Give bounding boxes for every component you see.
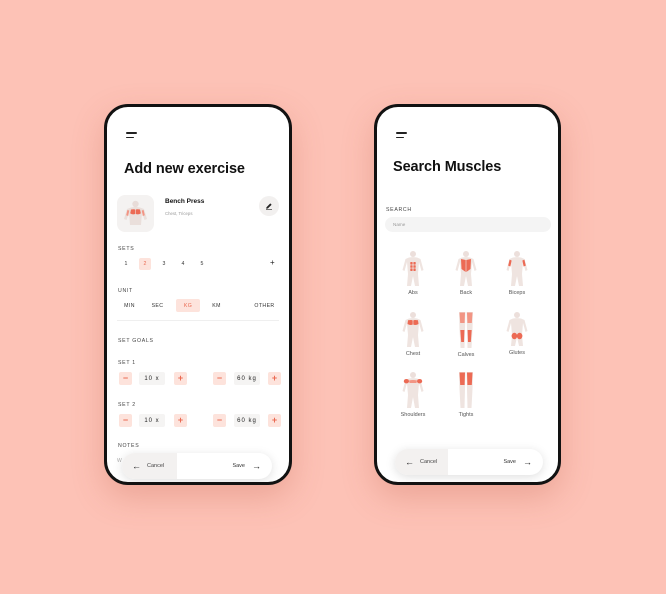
- unit-label: UNIT: [118, 288, 133, 294]
- set-1-weight-value[interactable]: 60 kg: [234, 372, 260, 385]
- unit-option-min[interactable]: MIN: [121, 299, 138, 312]
- save-label: Save: [232, 463, 245, 469]
- save-button[interactable]: Save →: [448, 449, 543, 475]
- unit-option-sec[interactable]: SEC: [149, 299, 166, 312]
- save-label: Save: [503, 459, 516, 465]
- set-2-weight-increment[interactable]: +: [268, 414, 281, 427]
- arrow-right-icon: →: [252, 460, 261, 471]
- search-label: SEARCH: [386, 207, 412, 213]
- cancel-button[interactable]: ← Cancel: [122, 453, 177, 479]
- muscle-tights[interactable]: Tights: [448, 371, 484, 418]
- set-option-5[interactable]: 5: [196, 258, 208, 270]
- muscle-label: Shoulders: [400, 412, 426, 418]
- cancel-label: Cancel: [420, 459, 438, 465]
- set-1-weight-increment[interactable]: +: [268, 372, 281, 385]
- shoulders-muscle-icon: [402, 372, 424, 408]
- set-2-reps-decrement[interactable]: −: [119, 414, 132, 427]
- muscle-biceps[interactable]: Biceps: [499, 250, 535, 296]
- muscle-glutes[interactable]: Glutes: [499, 311, 535, 356]
- glutes-muscle-icon: [506, 312, 528, 346]
- action-bar: ← Cancel Save →: [395, 449, 543, 475]
- exercise-name: Bench Press: [165, 198, 205, 205]
- biceps-muscle-icon: [506, 251, 528, 286]
- muscle-label: Biceps: [508, 290, 526, 296]
- muscle-label: Abs: [408, 290, 418, 296]
- set-2-weight-value[interactable]: 60 kg: [234, 414, 260, 427]
- set-2-reps-increment[interactable]: +: [174, 414, 187, 427]
- calves-muscle-icon: [459, 312, 473, 348]
- add-set-button[interactable]: +: [270, 258, 275, 267]
- set-option-3[interactable]: 3: [158, 258, 170, 270]
- add-exercise-screen: Add new exercise Bench Press Chest, Tric…: [104, 104, 292, 485]
- muscle-shoulders[interactable]: Shoulders: [395, 371, 431, 418]
- set-option-4[interactable]: 4: [177, 258, 189, 270]
- muscle-label: Calves: [457, 352, 475, 358]
- muscle-label: Tights: [458, 412, 474, 418]
- unit-option-other[interactable]: OTHER: [252, 299, 277, 312]
- cancel-label: Cancel: [147, 463, 165, 469]
- set-2-weight-decrement[interactable]: −: [213, 414, 226, 427]
- set-1-reps-increment[interactable]: +: [174, 372, 187, 385]
- muscle-abs[interactable]: Abs: [395, 250, 431, 296]
- muscle-label: Back: [459, 290, 473, 296]
- set-1-reps-decrement[interactable]: −: [119, 372, 132, 385]
- set-1-label: SET 1: [118, 360, 136, 366]
- abs-muscle-icon: [402, 251, 424, 286]
- notes-label: NOTES: [118, 443, 140, 449]
- cancel-button[interactable]: ← Cancel: [395, 449, 448, 475]
- muscle-calves[interactable]: Calves: [448, 311, 484, 358]
- arrow-left-icon: ←: [405, 456, 414, 467]
- set-2-label: SET 2: [118, 402, 136, 408]
- search-muscles-screen: Search Muscles SEARCH Abs Back: [374, 104, 561, 485]
- search-input[interactable]: [385, 217, 551, 232]
- set-option-2[interactable]: 2: [139, 258, 151, 270]
- muscle-label: Glutes: [509, 350, 525, 356]
- exercise-thumbnail: [117, 195, 154, 232]
- chest-muscle-icon: [402, 312, 424, 347]
- tights-muscle-icon: [459, 372, 473, 408]
- set-option-1[interactable]: 1: [120, 258, 132, 270]
- muscle-chest[interactable]: Chest: [395, 311, 431, 357]
- save-button[interactable]: Save →: [177, 453, 272, 479]
- arrow-left-icon: ←: [132, 460, 141, 471]
- menu-icon[interactable]: [126, 132, 140, 140]
- divider: [117, 320, 279, 321]
- sets-label: SETS: [118, 246, 135, 252]
- chest-muscle-icon: [124, 200, 147, 225]
- arrow-right-icon: →: [523, 456, 532, 467]
- back-muscle-icon: [455, 251, 477, 286]
- set-goals-label: SET GOALS: [118, 338, 154, 344]
- set-2-reps-value[interactable]: 10 x: [139, 414, 165, 427]
- edit-exercise-button[interactable]: [259, 196, 279, 216]
- muscle-back[interactable]: Back: [448, 250, 484, 296]
- muscle-label: Chest: [405, 351, 421, 357]
- exercise-muscles: Chest, Triceps: [165, 211, 193, 216]
- unit-option-km[interactable]: KM: [208, 299, 225, 312]
- page-title: Search Muscles: [393, 159, 502, 175]
- menu-icon[interactable]: [396, 132, 410, 140]
- pencil-icon: [266, 203, 272, 210]
- set-1-weight-decrement[interactable]: −: [213, 372, 226, 385]
- action-bar: ← Cancel Save →: [122, 453, 272, 479]
- unit-option-kg[interactable]: KG: [176, 299, 200, 312]
- page-title: Add new exercise: [124, 161, 245, 177]
- set-1-reps-value[interactable]: 10 x: [139, 372, 165, 385]
